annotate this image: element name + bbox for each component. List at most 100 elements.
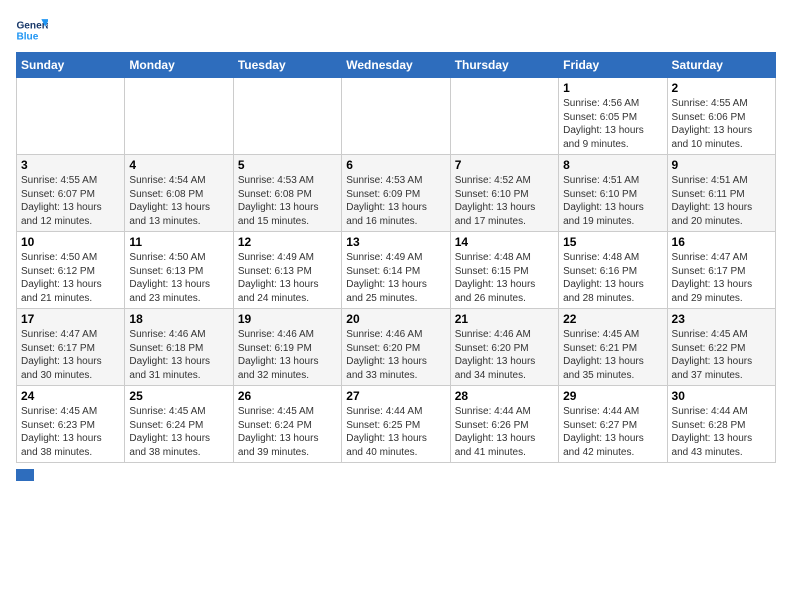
day-info: Sunrise: 4:54 AM Sunset: 6:08 PM Dayligh… bbox=[129, 174, 228, 228]
calendar-cell bbox=[17, 78, 125, 155]
calendar-header-friday: Friday bbox=[559, 53, 667, 78]
day-info: Sunrise: 4:44 AM Sunset: 6:26 PM Dayligh… bbox=[455, 405, 554, 459]
calendar: SundayMondayTuesdayWednesdayThursdayFrid… bbox=[16, 52, 776, 463]
day-number: 19 bbox=[238, 312, 337, 326]
calendar-cell: 3 Sunrise: 4:55 AM Sunset: 6:07 PM Daylig… bbox=[17, 155, 125, 232]
day-number: 6 bbox=[346, 158, 445, 172]
day-number: 17 bbox=[21, 312, 120, 326]
day-number: 20 bbox=[346, 312, 445, 326]
day-info: Sunrise: 4:45 AM Sunset: 6:24 PM Dayligh… bbox=[238, 405, 337, 459]
calendar-cell: 8Sunrise: 4:51 AM Sunset: 6:10 PM Daylig… bbox=[559, 155, 667, 232]
calendar-cell: 6 Sunrise: 4:53 AM Sunset: 6:09 PM Daylig… bbox=[342, 155, 450, 232]
calendar-week-row: 1 Sunrise: 4:56 AM Sunset: 6:05 PM Daylig… bbox=[17, 78, 776, 155]
day-info: Sunrise: 4:50 AM Sunset: 6:12 PM Dayligh… bbox=[21, 251, 120, 305]
calendar-header-tuesday: Tuesday bbox=[233, 53, 341, 78]
calendar-cell: 17 Sunrise: 4:47 AM Sunset: 6:17 PM Dayli… bbox=[17, 309, 125, 386]
calendar-cell bbox=[233, 78, 341, 155]
day-number: 15 bbox=[563, 235, 662, 249]
day-number: 21 bbox=[455, 312, 554, 326]
calendar-week-row: 24 Sunrise: 4:45 AM Sunset: 6:23 PM Dayli… bbox=[17, 386, 776, 463]
day-number: 29 bbox=[563, 389, 662, 403]
day-info: Sunrise: 4:51 AM Sunset: 6:11 PM Dayligh… bbox=[672, 174, 771, 228]
calendar-cell: 24 Sunrise: 4:45 AM Sunset: 6:23 PM Dayli… bbox=[17, 386, 125, 463]
day-number: 26 bbox=[238, 389, 337, 403]
day-number: 23 bbox=[672, 312, 771, 326]
day-number: 16 bbox=[672, 235, 771, 249]
day-info: Sunrise: 4:47 AM Sunset: 6:17 PM Dayligh… bbox=[21, 328, 120, 382]
calendar-cell bbox=[125, 78, 233, 155]
day-info: Sunrise: 4:44 AM Sunset: 6:27 PM Dayligh… bbox=[563, 405, 662, 459]
calendar-header-wednesday: Wednesday bbox=[342, 53, 450, 78]
calendar-cell: 22 Sunrise: 4:45 AM Sunset: 6:21 PM Dayli… bbox=[559, 309, 667, 386]
day-number: 2 bbox=[672, 81, 771, 95]
legend-color-box bbox=[16, 469, 34, 481]
calendar-cell: 29 Sunrise: 4:44 AM Sunset: 6:27 PM Dayli… bbox=[559, 386, 667, 463]
day-number: 27 bbox=[346, 389, 445, 403]
day-info: Sunrise: 4:45 AM Sunset: 6:23 PM Dayligh… bbox=[21, 405, 120, 459]
day-number: 4 bbox=[129, 158, 228, 172]
calendar-cell: 28 Sunrise: 4:44 AM Sunset: 6:26 PM Dayli… bbox=[450, 386, 558, 463]
calendar-cell: 16Sunrise: 4:47 AM Sunset: 6:17 PM Dayli… bbox=[667, 232, 775, 309]
calendar-cell: 18 Sunrise: 4:46 AM Sunset: 6:18 PM Dayli… bbox=[125, 309, 233, 386]
calendar-cell: 10 Sunrise: 4:50 AM Sunset: 6:12 PM Dayli… bbox=[17, 232, 125, 309]
day-number: 18 bbox=[129, 312, 228, 326]
day-info: Sunrise: 4:45 AM Sunset: 6:24 PM Dayligh… bbox=[129, 405, 228, 459]
calendar-week-row: 3 Sunrise: 4:55 AM Sunset: 6:07 PM Daylig… bbox=[17, 155, 776, 232]
calendar-cell: 30Sunrise: 4:44 AM Sunset: 6:28 PM Dayli… bbox=[667, 386, 775, 463]
day-info: Sunrise: 4:46 AM Sunset: 6:20 PM Dayligh… bbox=[346, 328, 445, 382]
day-number: 13 bbox=[346, 235, 445, 249]
day-info: Sunrise: 4:56 AM Sunset: 6:05 PM Dayligh… bbox=[563, 97, 662, 151]
calendar-header-sunday: Sunday bbox=[17, 53, 125, 78]
calendar-cell: 19Sunrise: 4:46 AM Sunset: 6:19 PM Dayli… bbox=[233, 309, 341, 386]
calendar-header-saturday: Saturday bbox=[667, 53, 775, 78]
calendar-header-monday: Monday bbox=[125, 53, 233, 78]
calendar-cell: 20 Sunrise: 4:46 AM Sunset: 6:20 PM Dayli… bbox=[342, 309, 450, 386]
calendar-cell: 2Sunrise: 4:55 AM Sunset: 6:06 PM Daylig… bbox=[667, 78, 775, 155]
day-number: 3 bbox=[21, 158, 120, 172]
day-info: Sunrise: 4:48 AM Sunset: 6:15 PM Dayligh… bbox=[455, 251, 554, 305]
calendar-cell: 11Sunrise: 4:50 AM Sunset: 6:13 PM Dayli… bbox=[125, 232, 233, 309]
day-number: 11 bbox=[129, 235, 228, 249]
day-number: 9 bbox=[672, 158, 771, 172]
day-number: 22 bbox=[563, 312, 662, 326]
day-number: 1 bbox=[563, 81, 662, 95]
day-info: Sunrise: 4:55 AM Sunset: 6:07 PM Dayligh… bbox=[21, 174, 120, 228]
calendar-cell: 25Sunrise: 4:45 AM Sunset: 6:24 PM Dayli… bbox=[125, 386, 233, 463]
day-info: Sunrise: 4:49 AM Sunset: 6:13 PM Dayligh… bbox=[238, 251, 337, 305]
calendar-cell: 13Sunrise: 4:49 AM Sunset: 6:14 PM Dayli… bbox=[342, 232, 450, 309]
day-info: Sunrise: 4:53 AM Sunset: 6:09 PM Dayligh… bbox=[346, 174, 445, 228]
day-info: Sunrise: 4:46 AM Sunset: 6:18 PM Dayligh… bbox=[129, 328, 228, 382]
day-number: 14 bbox=[455, 235, 554, 249]
calendar-header-row: SundayMondayTuesdayWednesdayThursdayFrid… bbox=[17, 53, 776, 78]
day-info: Sunrise: 4:45 AM Sunset: 6:21 PM Dayligh… bbox=[563, 328, 662, 382]
day-number: 30 bbox=[672, 389, 771, 403]
legend bbox=[16, 469, 776, 481]
calendar-cell bbox=[450, 78, 558, 155]
calendar-cell: 14 Sunrise: 4:48 AM Sunset: 6:15 PM Dayli… bbox=[450, 232, 558, 309]
svg-text:Blue: Blue bbox=[16, 31, 38, 42]
calendar-cell: 21 Sunrise: 4:46 AM Sunset: 6:20 PM Dayli… bbox=[450, 309, 558, 386]
calendar-cell: 7 Sunrise: 4:52 AM Sunset: 6:10 PM Daylig… bbox=[450, 155, 558, 232]
day-info: Sunrise: 4:51 AM Sunset: 6:10 PM Dayligh… bbox=[563, 174, 662, 228]
calendar-cell: 26 Sunrise: 4:45 AM Sunset: 6:24 PM Dayli… bbox=[233, 386, 341, 463]
day-info: Sunrise: 4:52 AM Sunset: 6:10 PM Dayligh… bbox=[455, 174, 554, 228]
day-number: 12 bbox=[238, 235, 337, 249]
calendar-cell bbox=[342, 78, 450, 155]
day-info: Sunrise: 4:53 AM Sunset: 6:08 PM Dayligh… bbox=[238, 174, 337, 228]
calendar-cell: 15 Sunrise: 4:48 AM Sunset: 6:16 PM Dayli… bbox=[559, 232, 667, 309]
day-info: Sunrise: 4:48 AM Sunset: 6:16 PM Dayligh… bbox=[563, 251, 662, 305]
calendar-week-row: 17 Sunrise: 4:47 AM Sunset: 6:17 PM Dayli… bbox=[17, 309, 776, 386]
day-number: 24 bbox=[21, 389, 120, 403]
calendar-week-row: 10 Sunrise: 4:50 AM Sunset: 6:12 PM Dayli… bbox=[17, 232, 776, 309]
calendar-cell: 1 Sunrise: 4:56 AM Sunset: 6:05 PM Daylig… bbox=[559, 78, 667, 155]
day-number: 7 bbox=[455, 158, 554, 172]
day-info: Sunrise: 4:46 AM Sunset: 6:20 PM Dayligh… bbox=[455, 328, 554, 382]
day-number: 28 bbox=[455, 389, 554, 403]
day-number: 10 bbox=[21, 235, 120, 249]
day-info: Sunrise: 4:45 AM Sunset: 6:22 PM Dayligh… bbox=[672, 328, 771, 382]
calendar-header-thursday: Thursday bbox=[450, 53, 558, 78]
calendar-cell: 27Sunrise: 4:44 AM Sunset: 6:25 PM Dayli… bbox=[342, 386, 450, 463]
day-number: 5 bbox=[238, 158, 337, 172]
calendar-cell: 4 Sunrise: 4:54 AM Sunset: 6:08 PM Daylig… bbox=[125, 155, 233, 232]
calendar-cell: 12 Sunrise: 4:49 AM Sunset: 6:13 PM Dayli… bbox=[233, 232, 341, 309]
